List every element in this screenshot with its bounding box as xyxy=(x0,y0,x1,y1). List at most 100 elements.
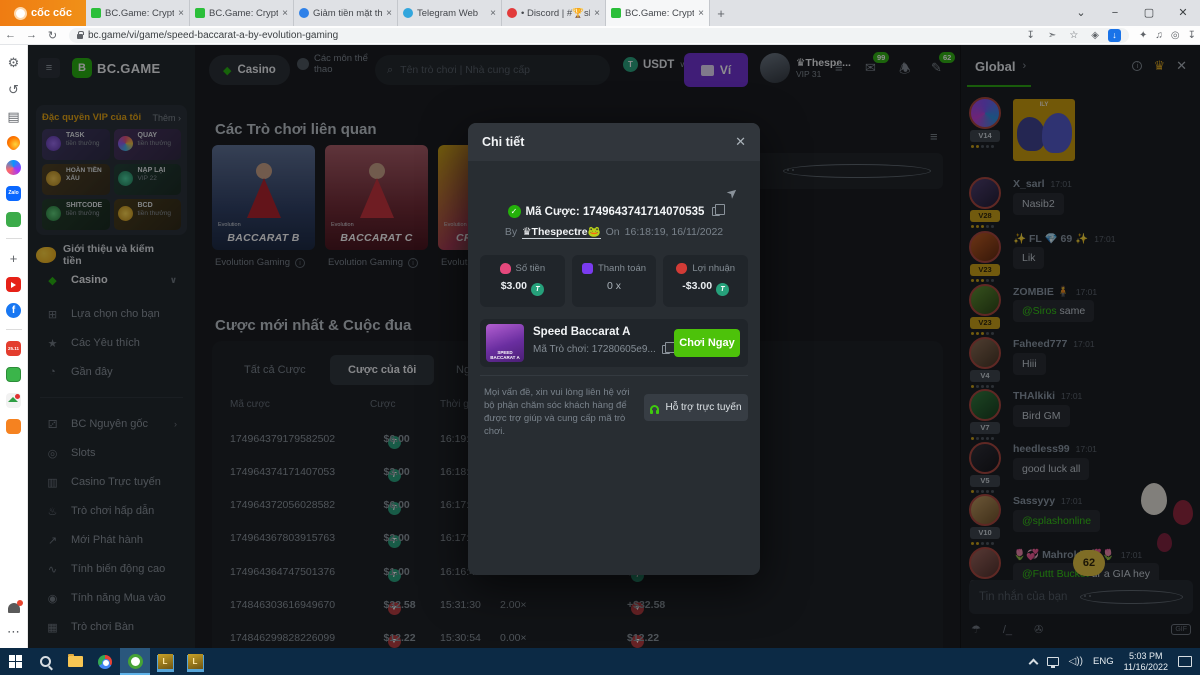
play-now-button[interactable]: Chơi Ngay xyxy=(674,329,740,357)
url-text[interactable]: bc.game/vi/game/speed-baccarat-a-by-evol… xyxy=(88,30,1018,41)
downloads-icon[interactable]: ↧ xyxy=(1188,30,1196,41)
profit-icon xyxy=(676,263,687,274)
file-explorer-icon[interactable] xyxy=(60,648,90,675)
url-field[interactable]: bc.game/vi/game/speed-baccarat-a-by-evol… xyxy=(69,28,1129,43)
shopping-cart-icon[interactable] xyxy=(6,419,21,434)
stat-amount: Số tiền $3.00T xyxy=(480,255,565,307)
lock-icon xyxy=(77,34,83,39)
browser-tab[interactable]: BC.Game: Crypto Casino Gam× xyxy=(86,0,190,26)
add-shortcut-icon[interactable]: + xyxy=(6,250,22,266)
new-tab-button[interactable]: + xyxy=(710,0,732,26)
zalo-icon[interactable]: Zalo xyxy=(6,186,21,201)
bet-stats: Số tiền $3.00T Thanh toán 0 x Lợi nhuận … xyxy=(480,255,748,307)
tab-close-icon[interactable]: × xyxy=(386,8,392,19)
browser-tab[interactable]: Giảm tiền mặt theo tiến hóa× xyxy=(294,0,398,26)
tab-close-icon[interactable]: × xyxy=(698,8,704,19)
screen: cốc cốc BC.Game: Crypto Casino Gam× BC.G… xyxy=(0,0,1200,675)
extensions-icon[interactable]: ✦ xyxy=(1139,30,1147,41)
download-active-icon[interactable]: ↓ xyxy=(1108,29,1121,42)
stat-payout: Thanh toán 0 x xyxy=(572,255,657,307)
game-name[interactable]: Speed Baccarat A xyxy=(533,326,630,338)
taskbar-search-icon[interactable] xyxy=(30,648,60,675)
maximize-button[interactable]: ▢ xyxy=(1132,0,1166,26)
browser-tab[interactable]: Telegram Web× xyxy=(398,0,502,26)
messenger-icon[interactable] xyxy=(6,160,21,175)
media-icon[interactable]: ♫ xyxy=(1155,30,1163,41)
bet-author-link[interactable]: ♛Thespectre🐸 xyxy=(522,225,601,239)
close-button[interactable]: ✕ xyxy=(1166,0,1200,26)
support-text: Mọi vấn đề, xin vui lòng liên hệ với bộ … xyxy=(484,386,636,438)
minimize-button[interactable]: − xyxy=(1098,0,1132,26)
back-button[interactable]: ← xyxy=(0,29,21,41)
volume-icon[interactable]: ◁)) xyxy=(1069,656,1083,667)
modal-close-icon[interactable]: ✕ xyxy=(735,134,746,150)
network-icon[interactable] xyxy=(1047,657,1059,666)
modal-header: Chi tiết ✕ xyxy=(468,123,760,161)
wallet-icon xyxy=(582,263,593,274)
brand-label: cốc cốc xyxy=(31,7,72,19)
feed-icon[interactable]: ▤ xyxy=(6,109,22,125)
game-thumbnail[interactable]: SPEED BACCARAT A xyxy=(486,324,524,362)
games-icon[interactable] xyxy=(6,212,21,227)
clock[interactable]: 5:03 PM11/16/2022 xyxy=(1124,651,1168,673)
history-icon[interactable]: ↺ xyxy=(6,82,22,98)
verified-check-icon: ✓ xyxy=(508,205,521,218)
system-tray: ◁)) ENG 5:03 PM11/16/2022 xyxy=(1030,651,1200,673)
bcgame-favicon xyxy=(195,8,205,18)
tab-close-icon[interactable]: × xyxy=(178,8,184,19)
game-id: Mã Trò chơi: 17280605e9... xyxy=(533,344,670,355)
tab-close-icon[interactable]: × xyxy=(282,8,288,19)
coccoc-brand[interactable]: cốc cốc xyxy=(0,0,86,26)
windows-taskbar: L L ◁)) ENG 5:03 PM11/16/2022 xyxy=(0,648,1200,675)
tab-close-icon[interactable]: × xyxy=(490,8,496,19)
facebook-icon[interactable]: f xyxy=(6,303,21,318)
reload-button[interactable]: ↻ xyxy=(42,29,63,42)
game-info-card: SPEED BACCARAT A Speed Baccarat A Mã Trò… xyxy=(480,319,748,367)
education-icon[interactable] xyxy=(6,393,21,408)
tab-close-icon[interactable]: × xyxy=(594,8,600,19)
divider xyxy=(6,238,22,239)
settings-gear-icon[interactable]: ⚙ xyxy=(6,55,22,71)
language-indicator[interactable]: ENG xyxy=(1093,656,1114,667)
live-support-button[interactable]: Hỗ trợ trực tuyến xyxy=(644,394,748,421)
browser-tab[interactable]: BC.Game: Crypto Casino Gam× xyxy=(190,0,294,26)
chrome-icon[interactable] xyxy=(90,648,120,675)
bet-author-line: By ♛Thespectre🐸 On 16:18:19, 16/11/2022 xyxy=(468,225,760,239)
app-icon-1[interactable]: L xyxy=(150,648,180,675)
start-button[interactable] xyxy=(0,648,30,675)
support-section: Mọi vấn đề, xin vui lòng liên hệ với bộ … xyxy=(480,375,748,386)
browser-tab-active[interactable]: BC.Game: Crypto Casino Gam× xyxy=(606,0,710,26)
action-center-icon[interactable] xyxy=(1178,656,1192,667)
discord-favicon xyxy=(507,8,517,18)
share-icon[interactable]: ➤ xyxy=(723,183,742,202)
battery-saver-icon[interactable] xyxy=(6,367,21,382)
coccoc-taskbar-icon[interactable] xyxy=(120,648,150,675)
bet-details-modal: Chi tiết ✕ ➤ ✓ Mã Cược: 1749643741714070… xyxy=(468,123,760,575)
app-icon-2[interactable]: L xyxy=(180,648,210,675)
copy-icon[interactable] xyxy=(712,207,720,216)
hot-trends-icon[interactable] xyxy=(4,133,22,151)
forward-button[interactable]: → xyxy=(21,29,42,41)
copy-icon[interactable] xyxy=(662,345,670,354)
shield-icon[interactable]: ◈ xyxy=(1091,30,1099,41)
save-icon[interactable]: ↧ xyxy=(1027,30,1035,41)
bcgame-favicon xyxy=(611,8,621,18)
divider xyxy=(6,329,22,330)
browser-side-rail: ⚙ ↺ ▤ Zalo + f 25.11 ⋯ xyxy=(0,45,28,648)
sale-25-11-icon[interactable]: 25.11 xyxy=(6,341,21,356)
more-options-icon[interactable]: ⋯ xyxy=(6,624,22,640)
browser-tab[interactable]: • Discord | #🏆show-off-you× xyxy=(502,0,606,26)
bet-datetime: 16:18:19, 16/11/2022 xyxy=(625,226,723,238)
bookmark-star-icon[interactable]: ☆ xyxy=(1069,30,1078,41)
usdt-icon: T xyxy=(531,283,544,296)
youtube-icon[interactable] xyxy=(6,277,21,292)
bet-id-value: 1749643741714070535 xyxy=(583,206,705,218)
tab-search-icon[interactable]: ⌄ xyxy=(1064,0,1098,26)
share-icon[interactable]: ➣ xyxy=(1048,30,1056,41)
profile-icon[interactable]: ◎ xyxy=(1171,30,1180,41)
coccoc-logo-icon xyxy=(14,7,27,20)
bet-id-line: ✓ Mã Cược: 1749643741714070535 xyxy=(468,205,760,218)
hidden-icons-chevron[interactable] xyxy=(1028,658,1038,668)
modal-title: Chi tiết xyxy=(482,135,735,149)
notification-bell-icon[interactable] xyxy=(8,603,20,613)
